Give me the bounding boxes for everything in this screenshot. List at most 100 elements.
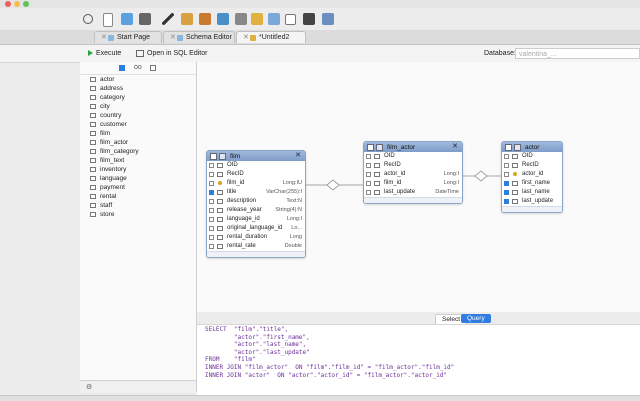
- entity-field-row[interactable]: description Text:N: [207, 197, 305, 206]
- entity-header[interactable]: film_actor ✕: [364, 142, 462, 152]
- entity-field-row[interactable]: actor_id: [502, 170, 562, 179]
- query-tab[interactable]: Query: [461, 314, 491, 323]
- execute-button[interactable]: Execute: [88, 48, 121, 59]
- open-folder-icon[interactable]: [121, 13, 133, 25]
- sidebar-table-item[interactable]: film: [80, 129, 196, 138]
- sidebar-table-item[interactable]: address: [80, 84, 196, 93]
- search-schema-icon[interactable]: [217, 13, 229, 25]
- sidebar-table-item[interactable]: city: [80, 102, 196, 111]
- field-checkbox[interactable]: [209, 208, 214, 213]
- refresh-icon[interactable]: [83, 14, 93, 24]
- sidebar-table-item[interactable]: payment: [80, 183, 196, 192]
- entity-film-actor[interactable]: film_actor ✕ OID RecID actor_id Long:I film_id…: [363, 141, 463, 204]
- entity-field-row[interactable]: title VarChar(255):I: [207, 188, 305, 197]
- entity-field-row[interactable]: RecID: [502, 161, 562, 170]
- sidebar-table-item[interactable]: language: [80, 174, 196, 183]
- home-icon[interactable]: [199, 13, 211, 25]
- sidebar-table-item[interactable]: film_text: [80, 156, 196, 165]
- entity-resize-handle[interactable]: [364, 197, 462, 203]
- grid-view-icon[interactable]: [150, 65, 156, 71]
- tab-close-icon[interactable]: ✕: [170, 32, 176, 44]
- sidebar-table-item[interactable]: customer: [80, 120, 196, 129]
- sidebar-table-item[interactable]: category: [80, 93, 196, 102]
- select-all-checkbox[interactable]: [505, 144, 512, 151]
- entity-field-row[interactable]: last_name: [502, 188, 562, 197]
- entity-resize-handle[interactable]: [502, 206, 562, 212]
- panel-icon[interactable]: [285, 14, 296, 25]
- sidebar-table-item[interactable]: film_actor: [80, 138, 196, 147]
- field-checkbox[interactable]: [504, 163, 509, 168]
- entity-field-row[interactable]: release_year String(4):N: [207, 206, 305, 215]
- entity-field-row[interactable]: OID: [207, 161, 305, 170]
- image-icon[interactable]: [251, 13, 263, 25]
- field-checkbox[interactable]: [504, 172, 509, 177]
- select-all-checkbox[interactable]: [367, 144, 374, 151]
- entity-field-row[interactable]: film_id Long:I: [364, 179, 462, 188]
- entity-field-row[interactable]: original_language_id Lo...: [207, 224, 305, 233]
- entity-field-row[interactable]: language_id Long:I: [207, 215, 305, 224]
- entity-header[interactable]: actor: [502, 142, 562, 152]
- tab-untitled2[interactable]: ✕ *Untitled2: [236, 31, 306, 43]
- field-checkbox[interactable]: [209, 163, 214, 168]
- tab-start-page[interactable]: ✕ Start Page: [94, 31, 162, 43]
- field-checkbox[interactable]: [209, 199, 214, 204]
- field-checkbox[interactable]: [504, 154, 509, 159]
- minimize-window-button[interactable]: [14, 1, 20, 7]
- sidebar-table-item[interactable]: inventory: [80, 165, 196, 174]
- field-checkbox[interactable]: [209, 244, 214, 249]
- pen-tool-icon[interactable]: [162, 13, 174, 25]
- sidebar-table-item[interactable]: country: [80, 111, 196, 120]
- entity-field-row[interactable]: film_id Long:IU: [207, 179, 305, 188]
- tab-close-icon[interactable]: ✕: [101, 32, 107, 44]
- field-checkbox[interactable]: [504, 190, 509, 195]
- link-view-icon[interactable]: oo: [134, 64, 142, 71]
- sidebar-table-item[interactable]: store: [80, 210, 196, 219]
- field-checkbox[interactable]: [366, 190, 371, 195]
- entity-field-row[interactable]: last_update DateTime: [364, 188, 462, 197]
- select-all-checkbox[interactable]: [210, 153, 217, 160]
- sidebar-table-item[interactable]: rental: [80, 192, 196, 201]
- table-icon[interactable]: [322, 13, 334, 25]
- entity-field-row[interactable]: rental_rate Double: [207, 242, 305, 251]
- entity-field-row[interactable]: rental_duration Long: [207, 233, 305, 242]
- field-checkbox[interactable]: [366, 172, 371, 177]
- list-view-icon[interactable]: [119, 65, 125, 71]
- entity-field-row[interactable]: OID: [502, 152, 562, 161]
- new-document-icon[interactable]: [103, 13, 113, 27]
- entity-film[interactable]: film ✕ OID RecID film_id Long:IU title VarChar(…: [206, 150, 306, 258]
- settings-gear-icon[interactable]: ⚙: [86, 383, 92, 391]
- entity-field-row[interactable]: actor_id Long:I: [364, 170, 462, 179]
- field-checkbox[interactable]: [209, 172, 214, 177]
- field-checkbox[interactable]: [504, 199, 509, 204]
- close-window-button[interactable]: [5, 1, 11, 7]
- server-icon[interactable]: [235, 13, 247, 25]
- chart-icon[interactable]: [268, 13, 280, 25]
- query-diagram-canvas[interactable]: film ✕ OID RecID film_id Long:IU title VarChar(…: [197, 62, 640, 312]
- tab-schema-editor[interactable]: ✕ Schema Editor: [163, 31, 235, 43]
- tab-close-icon[interactable]: ✕: [243, 32, 249, 44]
- entity-field-row[interactable]: OID: [364, 152, 462, 161]
- database-select[interactable]: valentina_...: [515, 48, 640, 59]
- field-checkbox[interactable]: [209, 226, 214, 231]
- remove-entity-icon[interactable]: ✕: [452, 142, 458, 152]
- field-checkbox[interactable]: [209, 235, 214, 240]
- save-icon[interactable]: [139, 13, 151, 25]
- sidebar-table-item[interactable]: film_category: [80, 147, 196, 156]
- database-icon[interactable]: [181, 13, 193, 25]
- entity-field-row[interactable]: first_name: [502, 179, 562, 188]
- entity-header[interactable]: film ✕: [207, 151, 305, 161]
- field-checkbox[interactable]: [366, 163, 371, 168]
- field-checkbox[interactable]: [366, 154, 371, 159]
- graph-icon[interactable]: [303, 13, 315, 25]
- field-checkbox[interactable]: [209, 181, 214, 186]
- sidebar-table-item[interactable]: staff: [80, 201, 196, 210]
- entity-field-row[interactable]: RecID: [364, 161, 462, 170]
- field-checkbox[interactable]: [504, 181, 509, 186]
- zoom-window-button[interactable]: [23, 1, 29, 7]
- sidebar-table-item[interactable]: actor: [80, 75, 196, 84]
- entity-field-row[interactable]: RecID: [207, 170, 305, 179]
- field-checkbox[interactable]: [366, 181, 371, 186]
- sql-text-area[interactable]: SELECT "film"."title", "actor"."first_na…: [197, 324, 640, 395]
- open-in-sql-editor-button[interactable]: Open in SQL Editor: [136, 48, 207, 59]
- entity-actor[interactable]: actor OID RecID actor_id first_name last_name…: [501, 141, 563, 213]
